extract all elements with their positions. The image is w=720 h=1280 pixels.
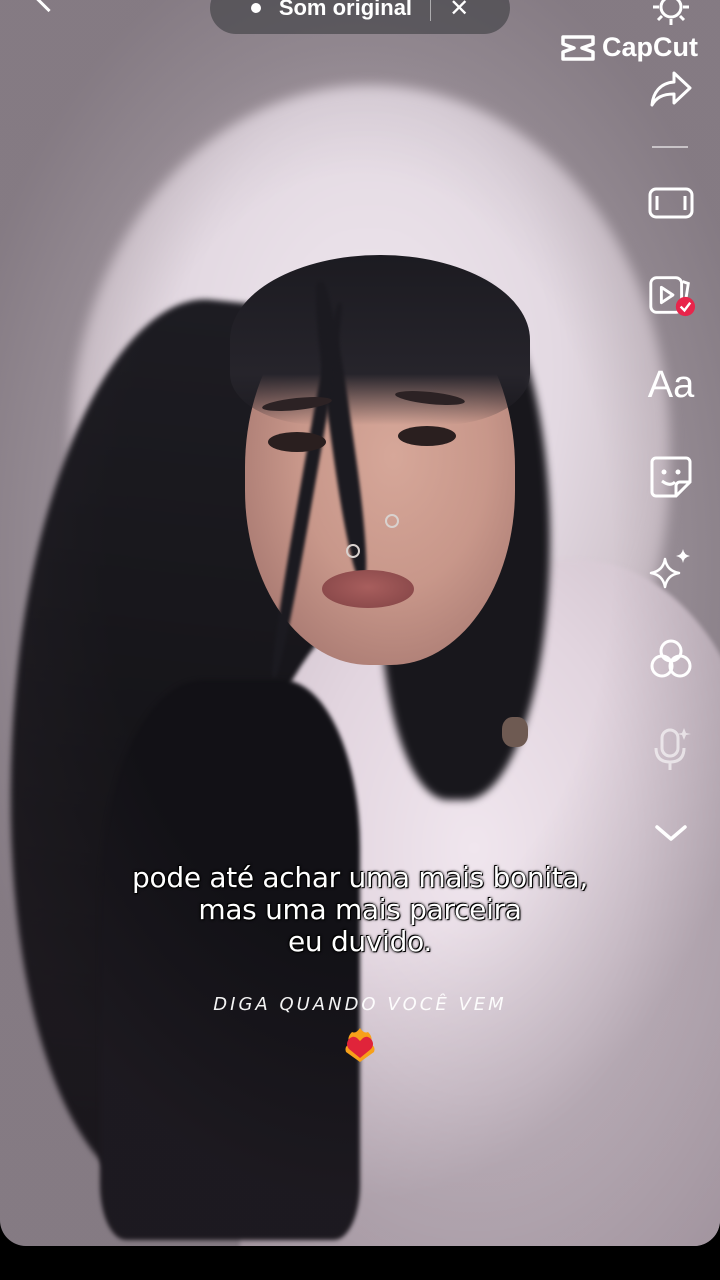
aspect-ratio-icon[interactable] <box>646 178 696 228</box>
effects-icon[interactable] <box>646 544 696 594</box>
voice-effect-icon[interactable] <box>646 724 696 774</box>
chevron-down-icon[interactable] <box>646 808 696 858</box>
share-icon[interactable] <box>646 64 696 114</box>
capcut-watermark: CapCut <box>560 32 698 63</box>
sound-label: Som original <box>278 0 413 20</box>
sound-selector[interactable]: Som original ✕ <box>210 0 510 34</box>
close-icon[interactable]: ✕ <box>449 0 469 22</box>
caption-line-2[interactable]: mas uma mais parceira <box>0 894 720 926</box>
settings-icon[interactable] <box>646 0 696 32</box>
filters-icon[interactable] <box>646 634 696 684</box>
capcut-brand: CapCut <box>602 32 698 62</box>
text-tool-button[interactable]: Aa <box>646 360 696 410</box>
text-tool-label: Aa <box>647 363 695 406</box>
flaming-heart-icon[interactable] <box>340 1024 380 1064</box>
capcut-logo-icon <box>561 34 595 61</box>
toolbar-separator <box>652 146 688 148</box>
video-template-icon[interactable] <box>646 270 696 320</box>
sticker-text[interactable]: DIGA QUANDO VOCÊ VEM <box>0 994 720 1015</box>
caption-line-3[interactable]: eu duvido. <box>0 926 720 958</box>
caption-line-1[interactable]: pode até achar uma mais bonita, <box>0 862 720 894</box>
pill-divider <box>430 0 432 21</box>
sticker-icon[interactable] <box>646 452 696 502</box>
music-icon <box>250 3 261 13</box>
